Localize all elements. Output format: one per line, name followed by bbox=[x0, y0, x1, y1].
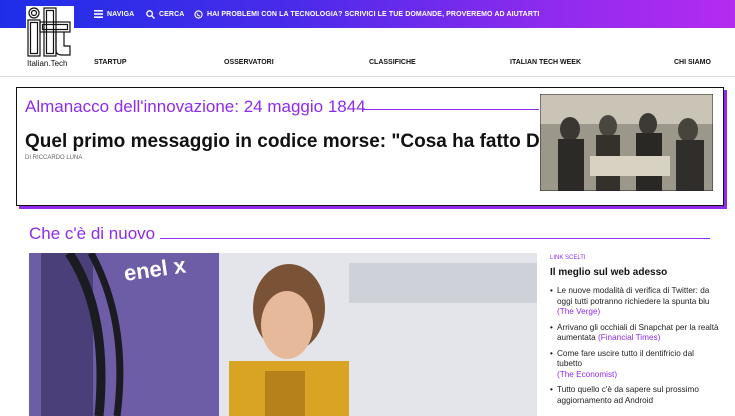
hero-image[interactable]: enel x bbox=[29, 253, 537, 416]
featured-article-card[interactable]: Almanacco dell'innovazione: 24 maggio 18… bbox=[16, 87, 724, 206]
nav-item-chi-siamo[interactable]: CHI SIAMO bbox=[674, 59, 711, 71]
whatsapp-icon bbox=[194, 9, 203, 19]
whatsapp-link[interactable]: HAI PROBLEMI CON LA TECNOLOGIA? SCRIVICI… bbox=[194, 0, 539, 28]
nav-item-osservatori[interactable]: OSSERVATORI bbox=[224, 59, 274, 71]
search-button[interactable]: CERCA bbox=[146, 0, 184, 28]
whatsapp-text: HAI PROBLEMI CON LA TECNOLOGIA? SCRIVICI… bbox=[207, 10, 540, 18]
menu-icon bbox=[94, 10, 103, 18]
curated-link-item[interactable]: Come fare uscire tutto il dentifricio da… bbox=[550, 349, 720, 381]
logo-text: Italian.Tech bbox=[27, 59, 68, 68]
search-label: CERCA bbox=[159, 10, 185, 18]
logo-mark bbox=[27, 7, 71, 57]
section-title: Che c'è di nuovo bbox=[29, 224, 156, 243]
nav-item-startup[interactable]: STARTUP bbox=[94, 59, 127, 71]
link-source[interactable]: (The Verge) bbox=[557, 307, 600, 316]
curated-link-item[interactable]: Le nuove modalità di verifica di Twitter… bbox=[550, 286, 720, 318]
link-text: Come fare uscire tutto il dentifricio da… bbox=[557, 348, 694, 369]
featured-headline[interactable]: Quel primo messaggio in codice morse: "C… bbox=[25, 131, 577, 153]
featured-byline: DI RICCARDO LUNA bbox=[25, 155, 83, 161]
featured-image[interactable] bbox=[540, 94, 713, 191]
nav-item-classifiche[interactable]: CLASSIFICHE bbox=[369, 59, 416, 71]
nav-item-italian-tech-week[interactable]: ITALIAN TECH WEEK bbox=[510, 59, 581, 71]
site-logo[interactable]: Italian.Tech bbox=[26, 6, 74, 72]
search-icon bbox=[146, 9, 155, 19]
link-source[interactable]: (Financial Times) bbox=[598, 333, 660, 342]
sidebar-kicker: LINK SCELTI bbox=[550, 255, 586, 261]
curated-link-item[interactable]: Arrivano gli occhiali di Snapchat per la… bbox=[550, 323, 720, 344]
hero-photo-illustration: enel x bbox=[29, 253, 537, 416]
curated-link-item[interactable]: Tutto quello c'è da sapere sul prossimo … bbox=[550, 385, 720, 406]
nav-divider bbox=[0, 76, 735, 77]
kicker-divider bbox=[363, 109, 539, 110]
link-source[interactable]: (The Economist) bbox=[557, 370, 617, 379]
sidebar-title: Il meglio sul web adesso bbox=[550, 267, 668, 278]
engraving-illustration bbox=[540, 94, 713, 191]
navigate-label: NAVIGA bbox=[107, 10, 135, 18]
featured-kicker[interactable]: Almanacco dell'innovazione: 24 maggio 18… bbox=[25, 97, 366, 117]
section-divider bbox=[160, 238, 710, 239]
curated-links-list: Le nuove modalità di verifica di Twitter… bbox=[550, 286, 720, 411]
link-text: Tutto quello c'è da sapere sul prossimo … bbox=[557, 385, 699, 405]
top-bar: NAVIGA CERCA HAI PROBLEMI CON LA TECNOLO… bbox=[0, 0, 735, 28]
link-text: Le nuove modalità di verifica di Twitter… bbox=[557, 286, 710, 306]
navigate-button[interactable]: NAVIGA bbox=[94, 0, 134, 28]
